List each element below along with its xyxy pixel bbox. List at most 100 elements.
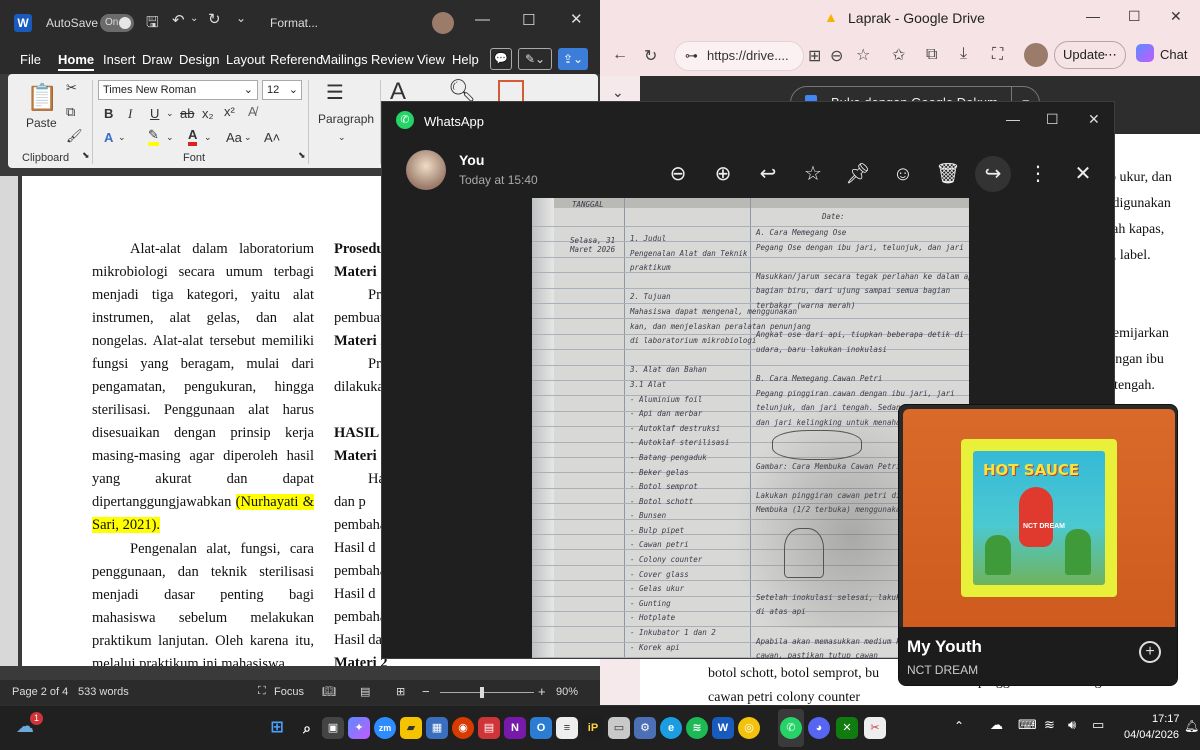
- clear-formatting-icon[interactable]: A̸: [248, 104, 257, 119]
- undo-icon[interactable]: ↶: [172, 11, 185, 29]
- maximize-icon[interactable]: ☐: [522, 11, 535, 29]
- minimize-icon[interactable]: —: [1086, 8, 1100, 24]
- text-effects-icon[interactable]: A: [104, 130, 113, 145]
- add-to-library-icon[interactable]: +: [1139, 641, 1161, 663]
- react-emoji-icon[interactable]: ☺: [885, 156, 921, 192]
- zoom-icon[interactable]: ⊖: [830, 46, 843, 66]
- reply-icon[interactable]: ↩: [750, 156, 786, 192]
- redo-icon[interactable]: ↻: [208, 10, 221, 28]
- pdf-icon[interactable]: ▤: [478, 717, 500, 739]
- clock-date[interactable]: 04/04/2026: [1124, 729, 1179, 741]
- italic-button[interactable]: I: [128, 106, 132, 122]
- artist-name[interactable]: NCT DREAM: [907, 663, 978, 677]
- download-icon[interactable]: ⤓: [960, 45, 967, 63]
- forward-icon[interactable]: ↪: [975, 156, 1011, 192]
- zoom-level[interactable]: 90%: [556, 686, 578, 698]
- close-viewer-icon[interactable]: ✕: [1065, 156, 1101, 192]
- install-app-icon[interactable]: ⊞: [808, 46, 821, 66]
- editing-pen-icon[interactable]: ✎⌄: [518, 48, 552, 70]
- menu-draw[interactable]: Draw: [142, 52, 172, 67]
- snipping-tool-icon[interactable]: ✂: [864, 717, 886, 739]
- back-icon[interactable]: ←: [612, 46, 628, 64]
- close-icon[interactable]: ✕: [570, 10, 583, 28]
- menu-file[interactable]: File: [20, 52, 41, 67]
- volume-icon[interactable]: 🔊︎: [1068, 717, 1076, 733]
- menu-view[interactable]: View: [417, 52, 445, 67]
- sender-avatar[interactable]: [406, 150, 446, 190]
- web-layout-icon[interactable]: ⊞: [396, 685, 405, 698]
- star-icon[interactable]: ☆: [795, 156, 831, 192]
- menu-mailings[interactable]: Mailings: [320, 52, 368, 67]
- strikethrough-icon[interactable]: ab: [180, 106, 194, 121]
- site-info-icon[interactable]: ⊶: [685, 42, 698, 70]
- settings-icon[interactable]: ⚙: [634, 717, 656, 739]
- notepad-icon[interactable]: ≡: [556, 717, 578, 739]
- menu-help[interactable]: Help: [452, 52, 479, 67]
- wifi-icon[interactable]: ≋: [1044, 717, 1055, 733]
- paragraph-label[interactable]: Paragraph: [318, 112, 374, 126]
- delete-icon[interactable]: 🗑︎: [930, 156, 966, 192]
- share-icon[interactable]: ⇪⌄: [558, 48, 588, 70]
- word-icon[interactable]: W: [712, 717, 734, 739]
- pin-icon[interactable]: 📌︎: [840, 156, 876, 192]
- save-icon[interactable]: 🖫: [146, 12, 159, 37]
- keyboard-icon[interactable]: ⌨: [1018, 717, 1037, 733]
- xbox-icon[interactable]: ✕: [836, 717, 858, 739]
- search-icon[interactable]: ⌕: [296, 717, 318, 739]
- onenote-icon[interactable]: N: [504, 717, 526, 739]
- user-avatar[interactable]: [432, 12, 454, 34]
- menu-layout[interactable]: Layout: [226, 52, 265, 67]
- paragraph-dropdown-icon[interactable]: ⌄: [338, 132, 346, 143]
- customize-qat-icon[interactable]: ⌄: [236, 11, 246, 25]
- grow-font-icon[interactable]: A˄: [264, 130, 280, 145]
- underline-dropdown-icon[interactable]: ⌄: [166, 108, 174, 119]
- menu-insert[interactable]: Insert: [103, 52, 136, 67]
- focus-icon[interactable]: ⛶: [258, 685, 266, 698]
- copy-icon[interactable]: ⧉: [66, 104, 75, 120]
- tab-title[interactable]: Laprak - Google Drive: [848, 10, 985, 26]
- change-case-dropdown-icon[interactable]: ⌄: [244, 132, 252, 143]
- menu-review[interactable]: Review: [371, 52, 414, 67]
- underline-button[interactable]: U: [150, 106, 159, 121]
- font-color-dropdown-icon[interactable]: ⌄: [204, 132, 212, 143]
- zoom-app-icon[interactable]: zm: [374, 717, 396, 739]
- notification-icon[interactable]: 🔔︎: [1184, 719, 1199, 733]
- font-size-select[interactable]: 12 ⌄: [262, 80, 302, 100]
- profile-avatar[interactable]: [1024, 43, 1048, 67]
- update-button[interactable]: Update ⋯: [1054, 41, 1126, 69]
- minimize-icon[interactable]: —: [1006, 111, 1020, 127]
- zoom-in-icon[interactable]: +: [538, 684, 546, 699]
- chevron-down-icon[interactable]: ⌄: [612, 84, 624, 101]
- bold-button[interactable]: B: [104, 106, 113, 121]
- cut-icon[interactable]: ✂: [66, 80, 77, 96]
- photos-icon[interactable]: ◉: [452, 717, 474, 739]
- chat-label[interactable]: Chat: [1160, 47, 1187, 62]
- show-hidden-icons[interactable]: ⌃: [954, 719, 964, 733]
- paragraph-icon[interactable]: ☰: [326, 80, 344, 105]
- screenshot-icon[interactable]: ⛶: [992, 46, 1003, 64]
- calendar-icon[interactable]: ▦: [426, 717, 448, 739]
- undo-dropdown-icon[interactable]: ⌄: [190, 13, 198, 24]
- word-count[interactable]: 533 words: [78, 686, 129, 698]
- zoom-out-icon[interactable]: −: [422, 684, 430, 699]
- close-icon[interactable]: ✕: [1088, 111, 1100, 128]
- task-view-icon[interactable]: ▣: [322, 717, 344, 739]
- maximize-icon[interactable]: ☐: [1046, 111, 1059, 128]
- zoom-slider-thumb[interactable]: [480, 687, 484, 698]
- font-name-select[interactable]: Times New Roman ⌄: [98, 80, 258, 100]
- menu-design[interactable]: Design: [179, 52, 219, 67]
- font-color-icon[interactable]: A: [188, 128, 198, 146]
- sticky-notes-icon[interactable]: ▰: [400, 717, 422, 739]
- discord-icon[interactable]: ◕: [808, 717, 830, 739]
- change-case-button[interactable]: Aa: [226, 130, 242, 145]
- focus-label[interactable]: Focus: [274, 686, 304, 698]
- read-mode-icon[interactable]: 📖︎: [322, 685, 336, 698]
- clock-time[interactable]: 17:17: [1152, 713, 1180, 725]
- reload-icon[interactable]: ↻: [644, 46, 657, 66]
- chrome-icon[interactable]: ◎: [738, 717, 760, 739]
- battery-icon[interactable]: ▭: [1092, 717, 1104, 733]
- page-count[interactable]: Page 2 of 4: [12, 686, 68, 698]
- format-painter-icon[interactable]: 🖌: [66, 128, 83, 144]
- document-title[interactable]: Format...: [270, 16, 318, 30]
- address-bar[interactable]: ⊶ https://drive....: [674, 41, 804, 71]
